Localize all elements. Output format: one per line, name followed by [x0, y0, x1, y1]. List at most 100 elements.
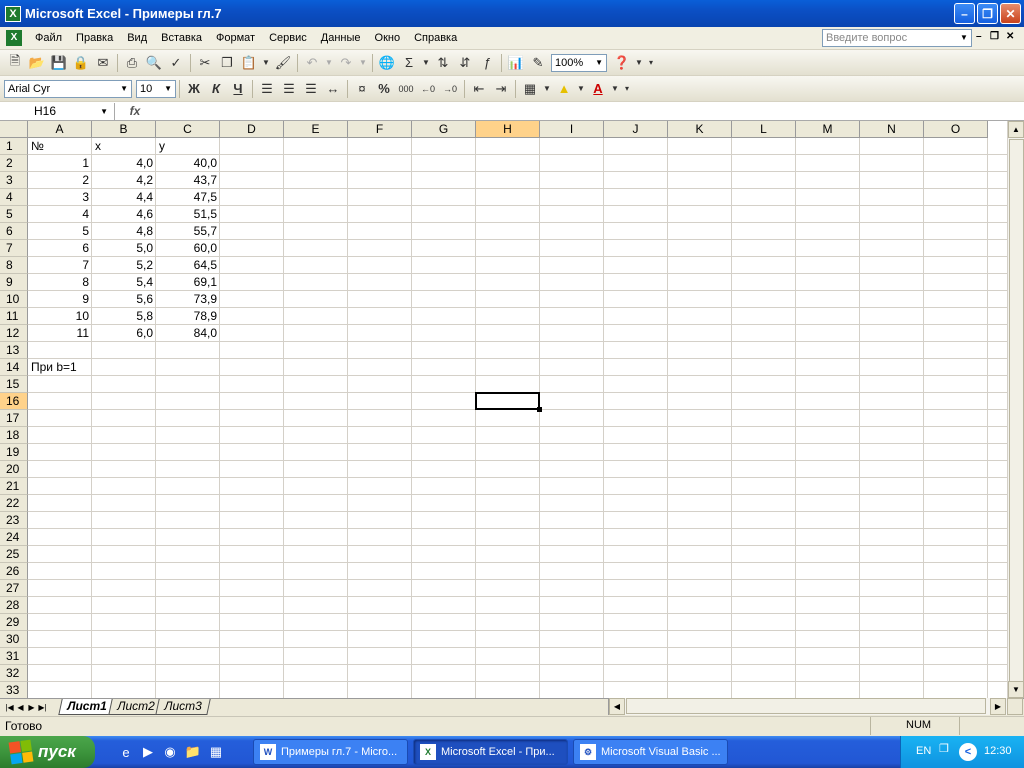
hyperlink-icon[interactable]: 🌐 [376, 52, 398, 74]
cell[interactable]: 6,0 [92, 325, 156, 342]
permission-icon[interactable]: 🔒 [70, 52, 92, 74]
cell[interactable]: 43,7 [156, 172, 220, 189]
percent-button[interactable]: % [373, 78, 395, 100]
horizontal-scroll-thumb[interactable] [626, 698, 986, 714]
new-icon[interactable]: 🗎 [4, 52, 26, 74]
column-header-d[interactable]: D [220, 121, 284, 138]
show-hidden-icons-icon[interactable]: < [959, 743, 977, 761]
cell[interactable]: № [28, 138, 47, 155]
row-header[interactable]: 32 [0, 665, 28, 682]
underline-button[interactable]: Ч [227, 78, 249, 100]
font-color-dropdown-icon[interactable]: ▼ [609, 78, 621, 100]
currency-icon[interactable]: ¤ [351, 78, 373, 100]
row-header[interactable]: 21 [0, 478, 28, 495]
row-header[interactable]: 20 [0, 461, 28, 478]
column-header-e[interactable]: E [284, 121, 348, 138]
workbook-icon[interactable]: X [6, 30, 22, 46]
sheet-tab-1[interactable]: Лист1 [58, 699, 116, 715]
cell[interactable]: 51,5 [156, 206, 220, 223]
cell[interactable]: 7 [28, 257, 92, 274]
cell[interactable]: 5,6 [92, 291, 156, 308]
row-header[interactable]: 19 [0, 444, 28, 461]
cell[interactable]: 40,0 [156, 155, 220, 172]
cell[interactable]: 5,4 [92, 274, 156, 291]
fill-color-icon[interactable]: ▲ [553, 78, 575, 100]
font-size-select[interactable]: 10 ▼ [136, 79, 176, 98]
column-header-f[interactable]: F [348, 121, 412, 138]
row-header[interactable]: 23 [0, 512, 28, 529]
cell[interactable]: 3 [28, 189, 92, 206]
column-header-l[interactable]: L [732, 121, 796, 138]
align-center-icon[interactable]: ☰ [278, 78, 300, 100]
menu-data[interactable]: Данные [314, 32, 368, 44]
column-header-a[interactable]: A [28, 121, 92, 138]
row-header[interactable]: 28 [0, 597, 28, 614]
menu-insert[interactable]: Вставка [154, 32, 209, 44]
borders-dropdown-icon[interactable]: ▼ [541, 78, 553, 100]
borders-icon[interactable]: ▦ [519, 78, 541, 100]
open-icon[interactable]: 📂 [26, 52, 48, 74]
redo-icon[interactable]: ↷ [335, 52, 357, 74]
sort-descending-icon[interactable]: ⇵ [454, 52, 476, 74]
insert-function-fx[interactable]: fx [115, 104, 155, 118]
column-header-o[interactable]: O [924, 121, 988, 138]
print-icon[interactable]: ⎙ [121, 52, 143, 74]
folder-icon[interactable]: 📁 [184, 743, 202, 761]
cell[interactable]: 55,7 [156, 223, 220, 240]
row-header[interactable]: 15 [0, 376, 28, 393]
cell[interactable]: 11 [28, 325, 92, 342]
help-icon[interactable]: ❓ [611, 52, 633, 74]
align-left-icon[interactable]: ☰ [256, 78, 278, 100]
cell[interactable]: 4,0 [92, 155, 156, 172]
media-player-icon[interactable]: ▶ [139, 743, 157, 761]
cell[interactable]: 60,0 [156, 240, 220, 257]
cell[interactable]: 73,9 [156, 291, 220, 308]
horizontal-scrollbar[interactable]: ◀ ▶ [608, 698, 1007, 715]
doc-restore-icon[interactable]: ❐ [990, 31, 999, 42]
row-header[interactable]: 4 [0, 189, 28, 206]
cell[interactable]: 10 [28, 308, 92, 325]
cell[interactable]: 4,4 [92, 189, 156, 206]
menu-help[interactable]: Справка [407, 32, 464, 44]
row-header[interactable]: 31 [0, 648, 28, 665]
worksheet-grid[interactable]: A B C D E F G H I J K L M N O 1 2 3 4 5 6 7 8 9 10 11 12 13 14 15 16 17… [0, 121, 1007, 698]
sort-ascending-icon[interactable]: ⇅ [432, 52, 454, 74]
row-header[interactable]: 3 [0, 172, 28, 189]
row-header[interactable]: 2 [0, 155, 28, 172]
email-icon[interactable]: ✉ [92, 52, 114, 74]
row-header[interactable]: 7 [0, 240, 28, 257]
cell[interactable]: 6 [28, 240, 92, 257]
first-sheet-icon[interactable]: |◀ [4, 703, 15, 712]
cell[interactable]: 1 [28, 155, 92, 172]
cell[interactable]: 5 [28, 223, 92, 240]
doc-minimize-icon[interactable]: – [976, 31, 982, 42]
name-box[interactable]: H16 ▼ [0, 102, 115, 120]
merge-center-icon[interactable]: ↔ [322, 78, 344, 100]
row-header[interactable]: 5 [0, 206, 28, 223]
cell[interactable]: 5,8 [92, 308, 156, 325]
doc-close-icon[interactable]: ✕ [1006, 31, 1014, 42]
save-icon[interactable]: 💾 [48, 52, 70, 74]
row-header[interactable]: 12 [0, 325, 28, 342]
chart-wizard-icon[interactable]: 📊 [505, 52, 527, 74]
undo-dropdown-icon[interactable]: ▼ [323, 52, 335, 74]
cell[interactable]: 5,2 [92, 257, 156, 274]
fill-handle[interactable] [537, 407, 542, 412]
row-header[interactable]: 29 [0, 614, 28, 631]
row-header[interactable]: 25 [0, 546, 28, 563]
column-header-m[interactable]: M [796, 121, 860, 138]
scroll-down-icon[interactable]: ▼ [1008, 681, 1024, 698]
cell[interactable]: 4 [28, 206, 92, 223]
next-sheet-icon[interactable]: ▶ [26, 703, 37, 712]
menu-view[interactable]: Вид [120, 32, 154, 44]
spelling-icon[interactable]: ✓ [165, 52, 187, 74]
cell[interactable]: 9 [28, 291, 92, 308]
row-header[interactable]: 11 [0, 308, 28, 325]
cell[interactable]: 5,0 [92, 240, 156, 257]
column-header-i[interactable]: I [540, 121, 604, 138]
sheet-tab-3[interactable]: Лист3 [155, 699, 211, 715]
autosum-icon[interactable]: Σ [398, 52, 420, 74]
zoom-select[interactable]: 100% ▼ [551, 53, 607, 72]
row-header[interactable]: 8 [0, 257, 28, 274]
copy-icon[interactable]: ❐ [216, 52, 238, 74]
